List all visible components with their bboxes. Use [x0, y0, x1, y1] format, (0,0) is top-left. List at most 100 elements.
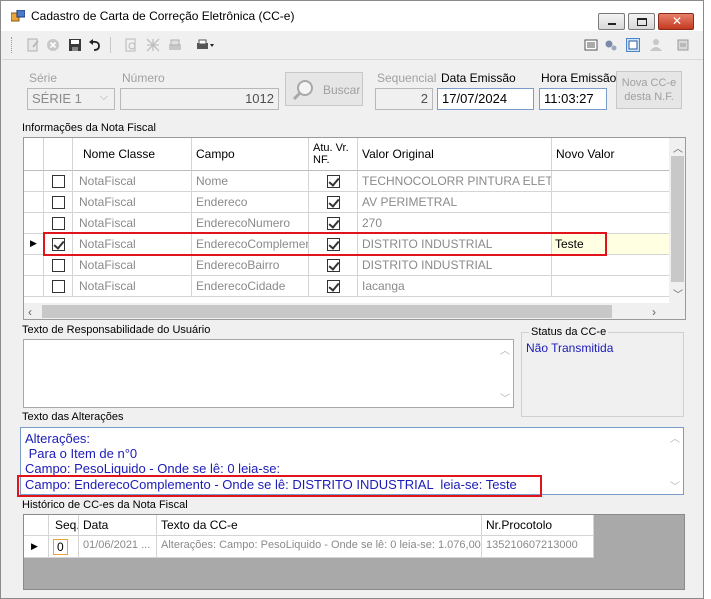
cell-valor-original: TECHNOCOLORR PINTURA ELETR...	[358, 171, 552, 192]
numero-input[interactable]: 1012	[120, 88, 279, 110]
grid-vertical-scrollbar[interactable]: ︿ ﹀	[669, 138, 685, 303]
column-header-data[interactable]: Data	[79, 515, 157, 536]
minimize-button[interactable]	[598, 13, 625, 30]
hora-emissao-input[interactable]: 11:03:27	[539, 88, 607, 110]
atualiza-checkbox[interactable]	[327, 175, 340, 188]
row-header[interactable]	[24, 171, 44, 192]
atualiza-checkbox[interactable]	[327, 217, 340, 230]
cell-novo-valor[interactable]	[552, 276, 670, 297]
column-header-valor-original[interactable]: Valor Original	[358, 138, 552, 171]
cell-novo-valor[interactable]	[552, 192, 670, 213]
grid-horizontal-scroll-thumb[interactable]	[42, 305, 612, 318]
grid-vertical-scroll-thumb[interactable]	[671, 156, 684, 282]
cell-novo-valor[interactable]	[552, 213, 670, 234]
row-checkbox[interactable]	[52, 175, 65, 188]
cell-seq[interactable]: 0	[49, 536, 79, 558]
serie-select[interactable]: SÉRIE 1 ⌵	[27, 88, 115, 110]
atualiza-checkbox[interactable]	[327, 259, 340, 272]
column-header-atualiza[interactable]: Atu. Vr. NF.	[309, 138, 358, 171]
save-icon[interactable]	[68, 38, 82, 52]
cell-novo-valor[interactable]	[552, 171, 670, 192]
column-header-novo-valor[interactable]: Novo Valor	[552, 138, 670, 171]
cell-atualiza[interactable]	[309, 192, 358, 213]
row-select-cell[interactable]	[44, 213, 73, 234]
column-header-nome-classe[interactable]: Nome Classe	[73, 138, 192, 171]
scroll-down-icon[interactable]: ﹀	[673, 286, 683, 301]
row-checkbox[interactable]	[52, 259, 65, 272]
maximize-button[interactable]	[628, 13, 655, 30]
historico-title: Histórico de CC-es da Nota Fiscal	[22, 499, 188, 511]
scroll-up-icon[interactable]: ︿	[673, 140, 683, 155]
row-header[interactable]	[24, 276, 44, 297]
row-checkbox[interactable]	[52, 280, 65, 293]
row-header-current[interactable]: ▶	[24, 234, 44, 255]
scroll-down-icon[interactable]: ﹀	[670, 478, 680, 493]
buscar-button[interactable]: Buscar	[285, 72, 363, 106]
responsabilidade-title: Texto de Responsabilidade do Usuário	[22, 324, 211, 336]
cell-campo: EnderecoBairro	[192, 255, 309, 276]
toolbar-separator	[110, 37, 111, 53]
print-icon[interactable]	[168, 38, 182, 52]
scroll-up-icon[interactable]: ︿	[500, 342, 510, 357]
cell-atualiza[interactable]	[309, 276, 358, 297]
row-header[interactable]	[24, 255, 44, 276]
cell-campo: EnderecoCidade	[192, 276, 309, 297]
column-header-atualiza-line2: NF.	[313, 154, 330, 166]
checkbox-column-header[interactable]	[44, 138, 73, 171]
row-checkbox[interactable]	[52, 196, 65, 209]
scroll-right-icon[interactable]: ›	[652, 305, 656, 319]
toolbar	[2, 32, 703, 60]
settings-icon[interactable]	[604, 38, 618, 52]
cancel-icon[interactable]	[46, 38, 60, 52]
row-select-cell[interactable]	[44, 171, 73, 192]
row-header[interactable]	[24, 213, 44, 234]
data-emissao-input[interactable]: 17/07/2024	[437, 88, 534, 110]
cell-novo-valor[interactable]	[552, 255, 670, 276]
user-icon[interactable]	[649, 38, 663, 52]
column-header-texto[interactable]: Texto da CC-e	[157, 515, 482, 536]
alteracoes-title: Texto das Alterações	[22, 411, 124, 423]
grid-horizontal-scrollbar[interactable]: ‹ ›	[24, 303, 685, 319]
row-select-cell[interactable]	[44, 276, 73, 297]
print-preview-icon[interactable]	[124, 38, 138, 52]
scroll-left-icon[interactable]: ‹	[28, 305, 32, 319]
main-window: Cadastro de Carta de Correção Eletrônica…	[0, 0, 704, 599]
refresh-icon[interactable]	[626, 38, 640, 52]
cell-atualiza[interactable]	[309, 213, 358, 234]
new-icon[interactable]	[26, 38, 40, 52]
responsabilidade-scrollbar[interactable]: ︿ ﹀	[497, 340, 513, 407]
cell-protocolo: 135210607213000	[482, 536, 594, 558]
scroll-down-icon[interactable]: ﹀	[500, 390, 510, 405]
row-header-current[interactable]: ▶	[24, 536, 49, 558]
column-header-campo[interactable]: Campo	[192, 138, 309, 171]
sequencial-input[interactable]: 2	[375, 88, 433, 110]
alteracoes-scrollbar[interactable]: ︿ ﹀	[667, 428, 683, 494]
scroll-up-icon[interactable]: ︿	[670, 430, 680, 445]
status-value: Não Transmitida	[526, 341, 614, 355]
close-button[interactable]: ✕	[658, 13, 694, 30]
properties-icon[interactable]	[584, 38, 598, 52]
atualiza-checkbox[interactable]	[327, 196, 340, 209]
column-header-protocolo[interactable]: Nr.Procotolo	[482, 515, 594, 536]
nova-cce-button[interactable]: Nova CC-e desta N.F.	[616, 71, 682, 109]
undo-icon[interactable]	[88, 38, 102, 52]
cell-campo: Nome	[192, 171, 309, 192]
row-select-cell[interactable]	[44, 192, 73, 213]
exit-icon[interactable]	[676, 38, 690, 52]
row-checkbox[interactable]	[52, 217, 65, 230]
row-header[interactable]	[24, 192, 44, 213]
column-header-seq[interactable]: Seq.	[49, 515, 79, 536]
cell-atualiza[interactable]	[309, 171, 358, 192]
cell-atualiza[interactable]	[309, 255, 358, 276]
atualiza-checkbox[interactable]	[327, 280, 340, 293]
responsabilidade-textarea[interactable]: ︿ ﹀	[23, 339, 514, 408]
row-select-cell[interactable]	[44, 255, 73, 276]
dropdown-tool-icon[interactable]	[196, 38, 214, 52]
row-header-corner	[24, 138, 44, 171]
title-bar: Cadastro de Carta de Correção Eletrônica…	[1, 1, 703, 31]
cell-nome-classe: NotaFiscal	[73, 276, 192, 297]
toolbar-grip	[11, 37, 13, 53]
cell-valor-original: DISTRITO INDUSTRIAL	[358, 255, 552, 276]
grid-icon[interactable]	[146, 38, 160, 52]
data-emissao-label: Data Emissão	[441, 71, 516, 85]
